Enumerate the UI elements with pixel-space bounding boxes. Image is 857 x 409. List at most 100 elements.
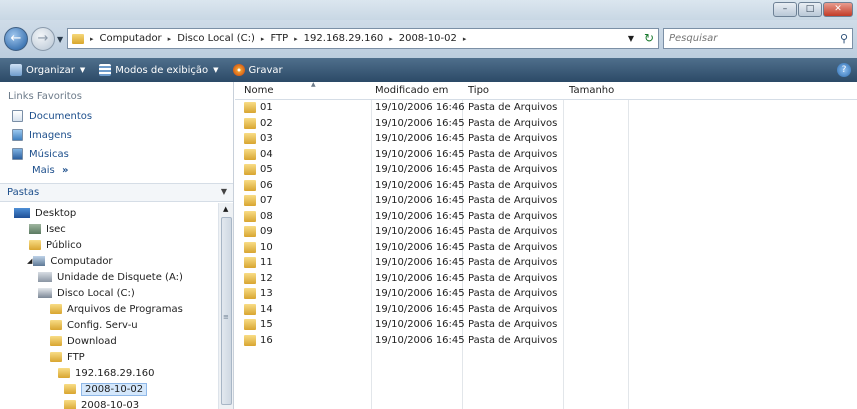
- close-button[interactable]: ✕: [823, 2, 853, 17]
- tree-item-label: Config. Serv-u: [67, 319, 138, 331]
- breadcrumb-separator[interactable]: ▸: [389, 35, 393, 43]
- minimize-button[interactable]: –: [773, 2, 797, 17]
- file-row[interactable]: 09 19/10/2006 16:45 Pasta de Arquivos: [235, 224, 857, 240]
- file-modified: 19/10/2006 16:45: [375, 257, 465, 268]
- breadcrumb-separator[interactable]: ▸: [90, 35, 94, 43]
- file-modified: 19/10/2006 16:46: [375, 102, 465, 113]
- back-button[interactable]: ←: [4, 27, 28, 51]
- breadcrumb-separator[interactable]: ▸: [463, 35, 467, 43]
- search-icon[interactable]: ⚲: [840, 32, 848, 45]
- favorite-link-imagens[interactable]: Imagens: [12, 129, 72, 141]
- tree-item-ftp[interactable]: FTP: [50, 349, 85, 365]
- file-name: 13: [260, 288, 273, 299]
- tree-item-config-serv-u[interactable]: Config. Serv-u: [50, 317, 138, 333]
- tree-item-publico[interactable]: Público: [29, 237, 82, 253]
- file-row[interactable]: 08 19/10/2006 16:45 Pasta de Arquivos: [235, 209, 857, 225]
- breadcrumb-item-disco-local[interactable]: Disco Local (C:): [177, 33, 255, 44]
- file-row[interactable]: 15 19/10/2006 16:45 Pasta de Arquivos: [235, 317, 857, 333]
- tree-item-ip-folder[interactable]: 192.168.29.160: [58, 365, 155, 381]
- document-icon: [12, 110, 23, 122]
- favorite-label: Músicas: [29, 148, 69, 160]
- file-type: Pasta de Arquivos: [468, 334, 558, 346]
- breadcrumb-separator[interactable]: ▸: [168, 35, 172, 43]
- breadcrumb-item-computador[interactable]: Computador: [100, 33, 162, 44]
- tree-item-computador[interactable]: ◢ Computador: [27, 253, 113, 269]
- file-row[interactable]: 02 19/10/2006 16:45 Pasta de Arquivos: [235, 116, 857, 132]
- more-link[interactable]: Mais »: [32, 165, 68, 176]
- file-row[interactable]: 05 19/10/2006 16:45 Pasta de Arquivos: [235, 162, 857, 178]
- file-row[interactable]: 06 19/10/2006 16:45 Pasta de Arquivos: [235, 178, 857, 194]
- explorer-window: – □ ✕ ← → ▼ ▸ Computador ▸ Disco Local (…: [0, 0, 857, 409]
- floppy-drive-icon: [38, 272, 52, 282]
- file-modified: 19/10/2006 16:45: [375, 334, 465, 346]
- refresh-icon[interactable]: ↻: [644, 31, 654, 45]
- favorite-link-musicas[interactable]: Músicas: [12, 148, 69, 160]
- file-row[interactable]: 16 19/10/2006 16:45 Pasta de Arquivos: [235, 333, 857, 349]
- breadcrumb-separator[interactable]: ▸: [261, 35, 265, 43]
- file-row[interactable]: 03 19/10/2006 16:45 Pasta de Arquivos: [235, 131, 857, 147]
- column-header-modified[interactable]: Modificado em: [375, 85, 448, 96]
- folder-icon: [244, 148, 256, 160]
- file-row[interactable]: 14 19/10/2006 16:45 Pasta de Arquivos: [235, 302, 857, 318]
- scrollbar-thumb[interactable]: [221, 217, 232, 405]
- breadcrumb-item-ip[interactable]: 192.168.29.160: [304, 33, 384, 44]
- scroll-up-icon[interactable]: ▲: [223, 205, 228, 213]
- folder-icon: [50, 336, 62, 346]
- tree-item-label: Público: [46, 239, 82, 251]
- tree-item-download[interactable]: Download: [50, 333, 117, 349]
- folders-header[interactable]: Pastas ▼: [0, 183, 233, 202]
- file-modified: 19/10/2006 16:45: [375, 303, 465, 315]
- tree-scrollbar[interactable]: ▲ ≡: [218, 203, 233, 409]
- file-name: 12: [260, 272, 273, 284]
- breadcrumb-item-ftp[interactable]: FTP: [270, 33, 288, 44]
- help-icon[interactable]: ?: [837, 63, 851, 77]
- tree-item-disco-local[interactable]: Disco Local (C:): [38, 285, 135, 301]
- grip-icon: ≡: [223, 313, 229, 321]
- file-name: 01: [260, 102, 273, 113]
- address-bar[interactable]: ▸ Computador ▸ Disco Local (C:) ▸ FTP ▸ …: [67, 28, 659, 49]
- file-row[interactable]: 11 19/10/2006 16:45 Pasta de Arquivos: [235, 255, 857, 271]
- tree-item-desktop[interactable]: Desktop: [14, 205, 76, 221]
- favorite-link-documentos[interactable]: Documentos: [12, 110, 92, 122]
- file-row[interactable]: 13 19/10/2006 16:45 Pasta de Arquivos: [235, 286, 857, 302]
- file-modified: 19/10/2006 16:45: [375, 117, 465, 129]
- folder-icon: [58, 368, 70, 378]
- file-type: Pasta de Arquivos: [468, 133, 558, 144]
- tree-item-isec[interactable]: Isec: [29, 221, 66, 237]
- tree-item-arquivos-de-programas[interactable]: Arquivos de Programas: [50, 301, 183, 317]
- file-row[interactable]: 01 19/10/2006 16:46 Pasta de Arquivos: [235, 100, 857, 116]
- maximize-button[interactable]: □: [798, 2, 822, 17]
- file-type: Pasta de Arquivos: [468, 210, 558, 222]
- tree-item-2008-10-03[interactable]: 2008-10-03: [64, 397, 139, 409]
- burn-button[interactable]: Gravar: [232, 64, 283, 76]
- column-header-name[interactable]: Nome: [244, 85, 274, 96]
- organize-button[interactable]: Organizar ▼: [10, 64, 85, 76]
- breadcrumb-item-date[interactable]: 2008-10-02: [399, 33, 457, 44]
- breadcrumb-separator[interactable]: ▸: [294, 35, 298, 43]
- file-type: Pasta de Arquivos: [468, 164, 558, 175]
- folder-icon: [244, 226, 256, 237]
- file-row[interactable]: 12 19/10/2006 16:45 Pasta de Arquivos: [235, 271, 857, 287]
- column-header-size[interactable]: Tamanho: [569, 85, 614, 96]
- folder-icon: [244, 288, 256, 299]
- file-modified: 19/10/2006 16:45: [375, 272, 465, 284]
- search-input[interactable]: [669, 29, 829, 48]
- file-row[interactable]: 04 19/10/2006 16:45 Pasta de Arquivos: [235, 147, 857, 163]
- tree-item-floppy[interactable]: Unidade de Disquete (A:): [38, 269, 183, 285]
- file-row[interactable]: 07 19/10/2006 16:45 Pasta de Arquivos: [235, 193, 857, 209]
- folder-icon: [50, 320, 62, 330]
- expanded-arrow-icon[interactable]: ◢: [27, 257, 32, 265]
- views-button[interactable]: Modos de exibição ▼: [99, 64, 219, 76]
- back-arrow-icon: ←: [10, 31, 22, 46]
- tree-item-2008-10-02[interactable]: 2008-10-02: [64, 381, 148, 397]
- file-row[interactable]: 10 19/10/2006 16:45 Pasta de Arquivos: [235, 240, 857, 256]
- folder-icon: [244, 257, 256, 268]
- forward-button[interactable]: →: [31, 27, 55, 51]
- favorites-title: Links Favoritos: [8, 91, 83, 102]
- history-dropdown-icon[interactable]: ▼: [57, 35, 63, 44]
- column-header-type[interactable]: Tipo: [468, 85, 489, 96]
- file-name: 06: [260, 179, 273, 191]
- address-dropdown-icon[interactable]: ▼: [628, 34, 634, 43]
- chevron-down-icon: ▼: [220, 187, 227, 196]
- caption-buttons: – □ ✕: [773, 2, 853, 17]
